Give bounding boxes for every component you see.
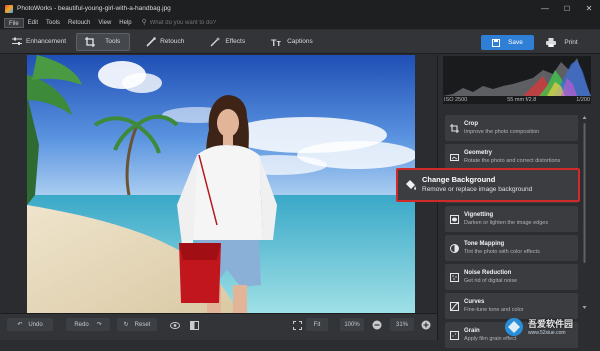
tool-crop-title: Crop <box>464 121 478 127</box>
zoom-out-icon[interactable] <box>372 319 382 331</box>
photo-canvas[interactable] <box>27 55 415 313</box>
geometry-icon <box>449 152 459 162</box>
tool-vignetting-desc: Darken or lighten the image edges <box>464 220 549 226</box>
tone-icon <box>449 243 459 253</box>
lens-value: 55 mm f/2.8 <box>507 97 537 103</box>
tab-tools[interactable]: Tools <box>76 32 131 51</box>
iso-value: ISO 2500 <box>444 97 468 103</box>
tool-noise-reduction-title: Noise Reduction <box>464 270 512 276</box>
redo-button[interactable]: Redo ↷ <box>66 318 110 331</box>
svg-text:Tт: Tт <box>271 38 281 47</box>
fit-button[interactable]: Fit <box>306 318 328 331</box>
tool-noise-reduction-desc: Get rid of digital noise <box>464 278 518 284</box>
menu-retouch[interactable]: Retouch <box>64 18 94 28</box>
text-icon: Tт <box>271 38 281 47</box>
tool-vignetting-title: Vignetting <box>464 212 494 218</box>
redo-icon: ↷ <box>96 322 102 328</box>
scrollbar-track <box>582 116 587 309</box>
menu-file[interactable]: File <box>4 18 24 28</box>
tab-enhancement[interactable]: Enhancement <box>4 33 74 51</box>
photo-image <box>27 55 415 313</box>
tool-noise-reduction[interactable]: Noise Reduction Get rid of digital noise <box>445 264 578 290</box>
zoom-in-icon[interactable] <box>421 319 431 331</box>
crop-tool-icon <box>85 36 96 47</box>
fit-screen-icon[interactable] <box>293 319 302 331</box>
tab-captions-label: Captions <box>287 38 313 45</box>
tab-captions[interactable]: Tт Captions <box>263 33 321 51</box>
compare-icon[interactable] <box>190 319 199 331</box>
magic-wand-icon <box>210 36 221 46</box>
tool-vignetting[interactable]: Vignetting Darken or lighten the image ed… <box>445 206 578 232</box>
tab-effects-label: Effects <box>225 38 246 45</box>
window-title: PhotoWorks - beautiful-young-girl-with-a… <box>17 5 171 12</box>
tool-crop-desc: Improve the photo composition <box>464 129 540 135</box>
undo-label: Undo <box>28 321 43 328</box>
watermark-url: www.52xiue.com <box>528 330 566 336</box>
close-button[interactable]: ✕ <box>578 0 600 17</box>
tab-effects[interactable]: Effects <box>202 33 253 51</box>
redo-label: Redo <box>74 321 89 328</box>
fit-label: Fit <box>313 321 321 328</box>
tool-change-background[interactable]: Change Background Remove or replace imag… <box>396 168 580 202</box>
exif-info: ISO 2500 55 mm f/2.8 1/200 <box>443 97 591 105</box>
shutter-value: 1/200 <box>576 97 590 103</box>
minimize-button[interactable]: — <box>534 0 556 17</box>
print-button[interactable]: Print <box>537 35 587 50</box>
sliders-icon <box>12 37 22 45</box>
tab-retouch-label: Retouch <box>160 38 185 45</box>
title-bar: PhotoWorks - beautiful-young-girl-with-a… <box>0 0 600 17</box>
undo-icon: ↶ <box>17 322 23 328</box>
grain-icon <box>449 330 459 340</box>
maximize-button[interactable]: ☐ <box>556 0 578 17</box>
watermark-text: 吾爱软件园 <box>528 319 574 329</box>
histogram-graph <box>443 58 591 96</box>
zoom-level-label: 31% <box>395 321 408 328</box>
paint-bucket-icon <box>400 179 420 191</box>
tab-tools-label: Tools <box>105 38 121 45</box>
menu-help[interactable]: Help <box>115 18 135 28</box>
crop-icon <box>449 123 459 133</box>
search-box: ⚲ <box>142 18 322 28</box>
floppy-icon <box>492 38 501 47</box>
curves-icon <box>449 301 459 311</box>
app-logo-icon <box>5 4 13 13</box>
tab-enhancement-label: Enhancement <box>26 38 67 45</box>
menu-bar: File Edit Tools Retouch View Help ⚲ <box>0 17 600 29</box>
reset-label: Reset <box>134 321 151 328</box>
vignette-icon <box>449 214 459 224</box>
tool-curves-title: Curves <box>464 299 485 305</box>
zoom-level-display: 31% <box>390 318 414 331</box>
zoom-preset-button[interactable]: 100% <box>340 318 364 331</box>
brush-icon <box>146 36 156 47</box>
search-icon: ⚲ <box>141 19 147 26</box>
zoom-preset-label: 100% <box>344 321 360 328</box>
tool-change-background-title: Change Background <box>422 175 496 184</box>
preview-eye-icon[interactable] <box>170 319 180 331</box>
tool-geometry[interactable]: Geometry Rotate the photo and correct dis… <box>445 144 578 170</box>
tool-tone-mapping-title: Tone Mapping <box>464 241 505 247</box>
tool-geometry-desc: Rotate the photo and correct distortions <box>464 158 561 164</box>
tool-tone-mapping-desc: Tint the photo with color effects <box>464 249 540 255</box>
print-label: Print <box>564 39 578 46</box>
tab-retouch[interactable]: Retouch <box>138 33 192 51</box>
search-input[interactable] <box>149 20 310 26</box>
watermark-logo-icon <box>505 317 523 336</box>
site-watermark: 吾爱软件园 www.52xiue.com <box>503 313 600 340</box>
noise-icon <box>449 272 459 282</box>
save-button[interactable]: Save <box>481 35 534 50</box>
menu-tools[interactable]: Tools <box>42 18 64 28</box>
tools-scrollbar[interactable] <box>582 115 587 310</box>
tool-crop[interactable]: Crop Improve the photo composition <box>445 115 578 141</box>
save-label: Save <box>508 39 523 46</box>
menu-view[interactable]: View <box>94 18 115 28</box>
tool-tone-mapping[interactable]: Tone Mapping Tint the photo with color ef… <box>445 235 578 261</box>
reset-button[interactable]: ↻ Reset <box>117 318 157 331</box>
menu-edit[interactable]: Edit <box>24 18 42 28</box>
tool-change-background-desc: Remove or replace image background <box>422 186 533 193</box>
undo-button[interactable]: ↶ Undo <box>7 318 53 331</box>
tool-geometry-title: Geometry <box>464 150 493 156</box>
reset-icon: ↻ <box>123 322 129 328</box>
printer-icon <box>546 38 557 47</box>
